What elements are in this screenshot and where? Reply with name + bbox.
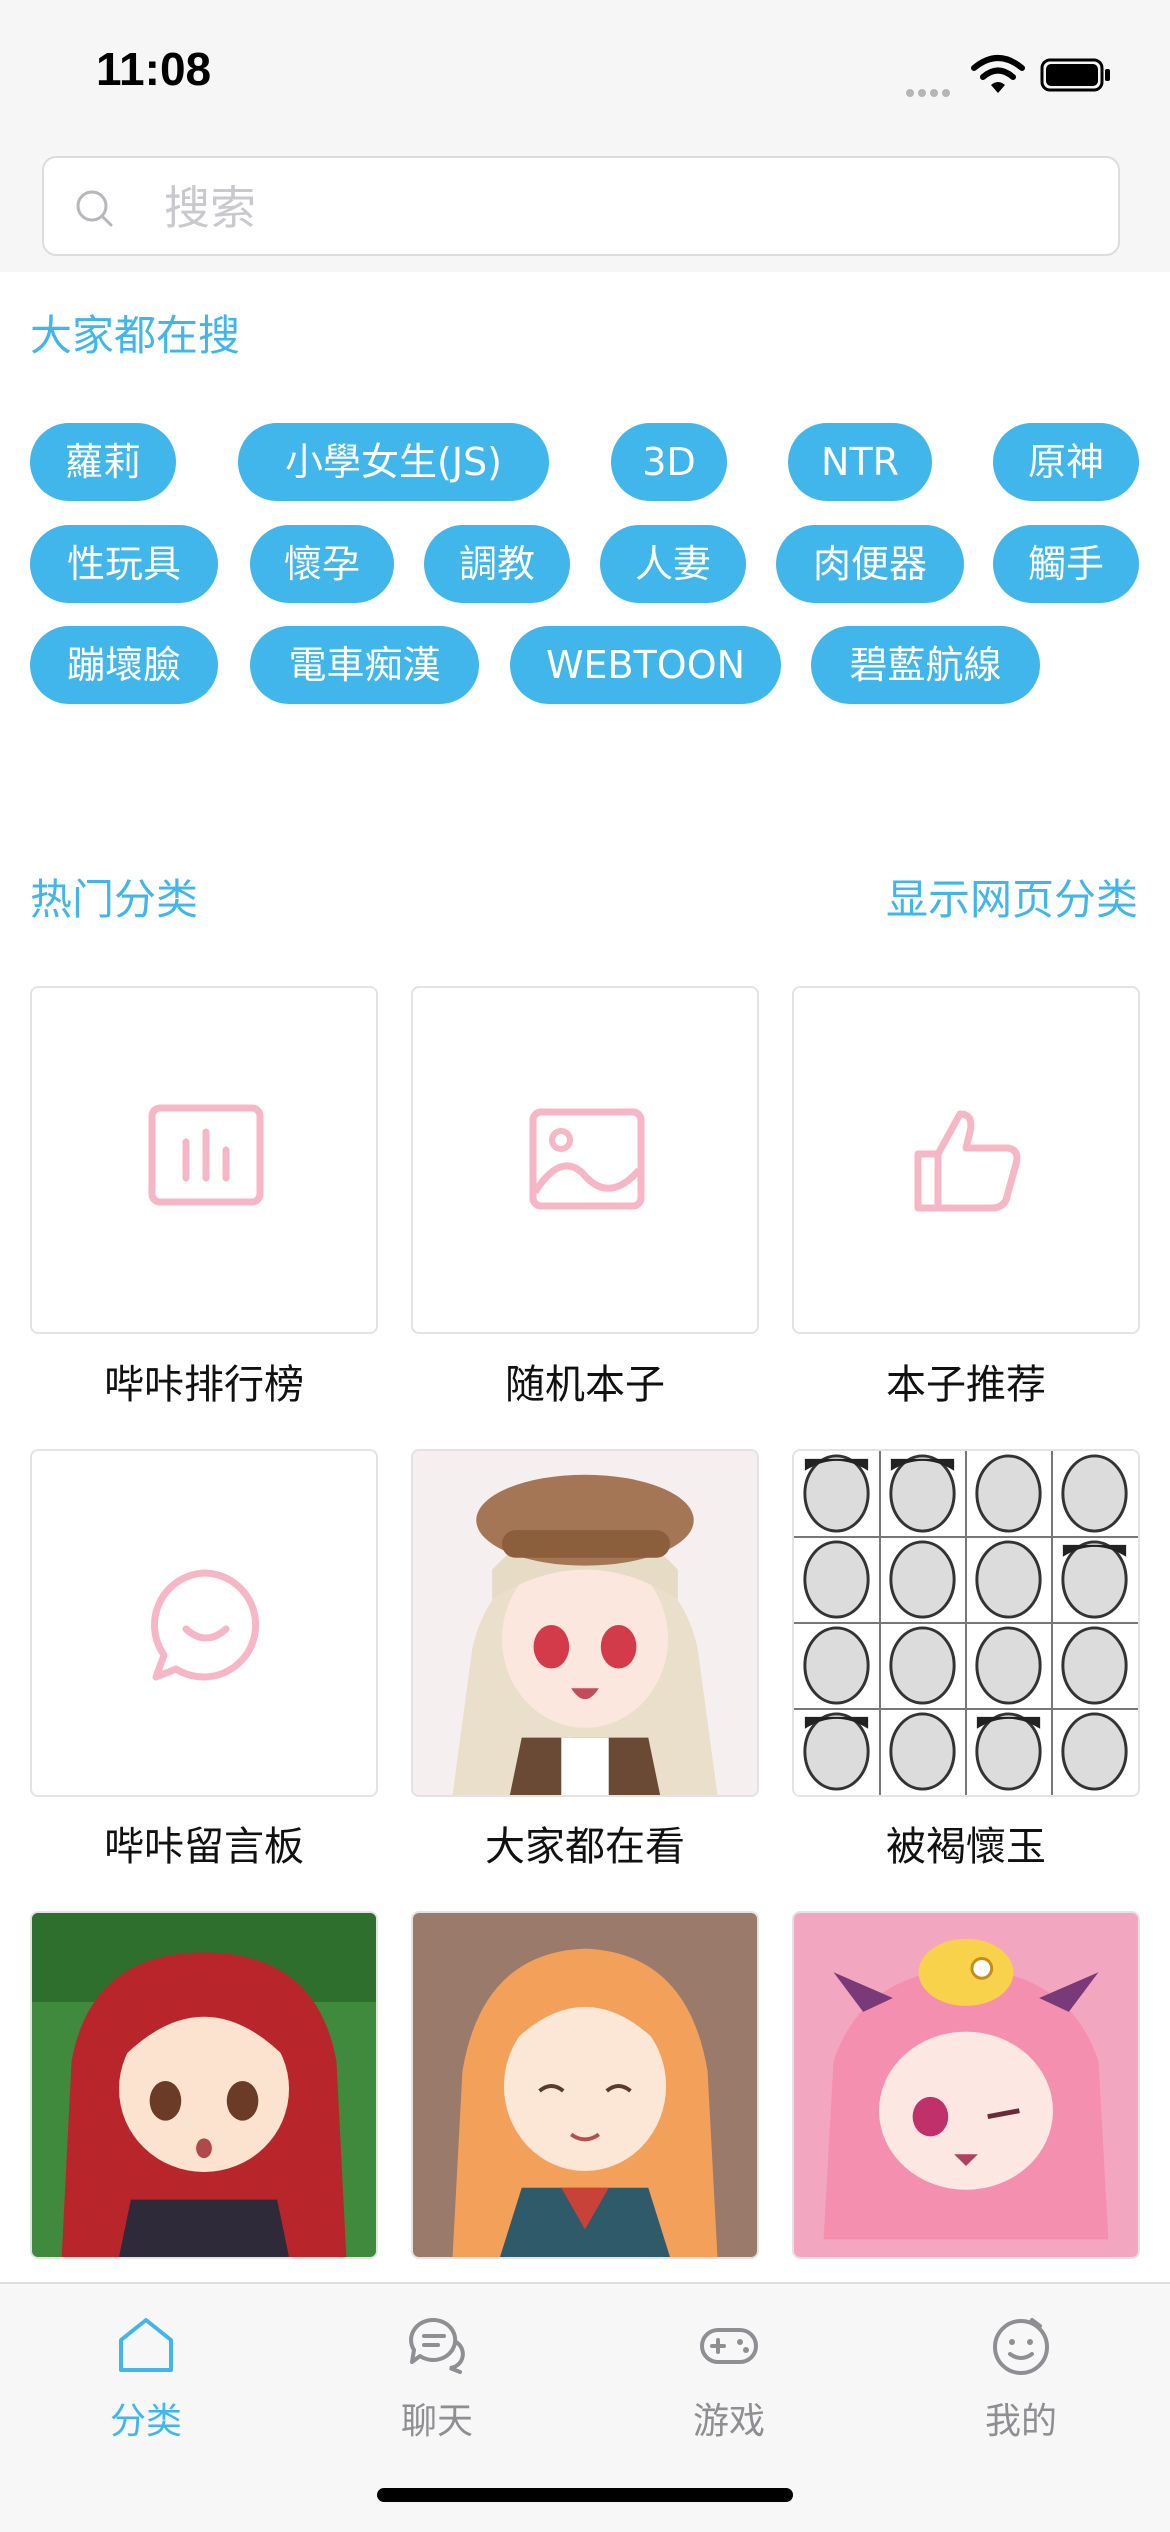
category-tile-recommend[interactable] xyxy=(792,986,1140,1334)
tag-item[interactable]: 3D xyxy=(611,423,727,501)
manga-faces-thumbnail xyxy=(794,1451,1138,1795)
tag-item[interactable]: 蘿莉 xyxy=(30,423,176,501)
tag-item[interactable]: 蹦壞臉 xyxy=(30,626,218,704)
chat-icon xyxy=(409,2317,465,2374)
image-icon xyxy=(529,1108,645,1210)
tag-item[interactable]: 性玩具 xyxy=(30,525,218,603)
category-tile-board[interactable] xyxy=(30,1449,378,1797)
tab-label: 分类 xyxy=(109,2401,182,2442)
categories-title: 热门分类 xyxy=(30,875,199,924)
top-bar: 11:08 xyxy=(0,0,1170,272)
search-input[interactable] xyxy=(162,172,1066,244)
red-hair-girl-thumbnail xyxy=(32,1913,376,2257)
tag-item[interactable]: 碧藍航線 xyxy=(811,626,1040,704)
chat-bubble-icon xyxy=(151,1569,260,1681)
cellular-signal-icon xyxy=(906,82,954,101)
tag-item[interactable]: 肉便器 xyxy=(776,525,964,603)
category-tile-9[interactable] xyxy=(792,1911,1140,2259)
show-web-categories-link[interactable]: 显示网页分类 xyxy=(886,866,1138,927)
category-tile-watching[interactable] xyxy=(411,1449,759,1797)
category-label: 随机本子 xyxy=(505,1362,665,1408)
tag-item[interactable]: 電車痴漢 xyxy=(250,626,479,704)
category-label: 本子推荐 xyxy=(886,1362,1046,1408)
category-tile-hemp[interactable] xyxy=(792,1449,1140,1797)
smiley-icon xyxy=(993,2318,1049,2375)
category-tile-random[interactable] xyxy=(411,986,759,1334)
category-tile-8[interactable] xyxy=(411,1911,759,2259)
orange-hair-girl-thumbnail xyxy=(413,1913,757,2257)
wifi-icon xyxy=(971,55,1025,93)
pink-hair-chibi-thumbnail xyxy=(794,1913,1138,2257)
home-indicator xyxy=(377,2488,793,2502)
trending-title: 大家都在搜 xyxy=(30,311,241,360)
tab-games[interactable]: 游戏 xyxy=(629,2312,829,2444)
tag-item[interactable]: 小學女生(JS) xyxy=(238,423,549,501)
status-time: 11:08 xyxy=(96,43,212,95)
tag-item[interactable]: NTR xyxy=(788,423,932,501)
tab-label: 游戏 xyxy=(692,2401,765,2442)
tag-item[interactable]: 懷孕 xyxy=(250,525,394,603)
gamepad-icon xyxy=(700,2328,758,2364)
anime-girl-cap-thumbnail xyxy=(413,1451,757,1795)
battery-icon xyxy=(1040,58,1110,92)
category-tile-7[interactable] xyxy=(30,1911,378,2259)
tag-item[interactable]: 觸手 xyxy=(993,525,1139,603)
thumbs-up-icon xyxy=(914,1110,1021,1212)
tab-categories[interactable]: 分类 xyxy=(46,2312,246,2444)
tag-item[interactable]: 人妻 xyxy=(600,525,746,603)
tag-item[interactable]: 調教 xyxy=(424,525,570,603)
tab-profile[interactable]: 我的 xyxy=(921,2312,1121,2444)
tag-item[interactable]: WEBTOON xyxy=(510,626,781,704)
search-icon xyxy=(76,190,113,227)
tab-chat[interactable]: 聊天 xyxy=(337,2312,537,2444)
search-bar[interactable] xyxy=(42,156,1120,256)
tag-item[interactable]: 原神 xyxy=(993,423,1139,501)
category-label: 大家都在看 xyxy=(485,1824,685,1870)
category-tile-ranking[interactable] xyxy=(30,986,378,1334)
category-label: 被褐懷玉 xyxy=(886,1824,1046,1870)
category-label: 哔咔排行榜 xyxy=(104,1362,304,1408)
category-label: 哔咔留言板 xyxy=(104,1824,304,1870)
tab-label: 我的 xyxy=(984,2401,1057,2442)
home-icon xyxy=(119,2318,173,2372)
tab-label: 聊天 xyxy=(400,2401,473,2442)
bar-chart-icon xyxy=(148,1104,264,1206)
